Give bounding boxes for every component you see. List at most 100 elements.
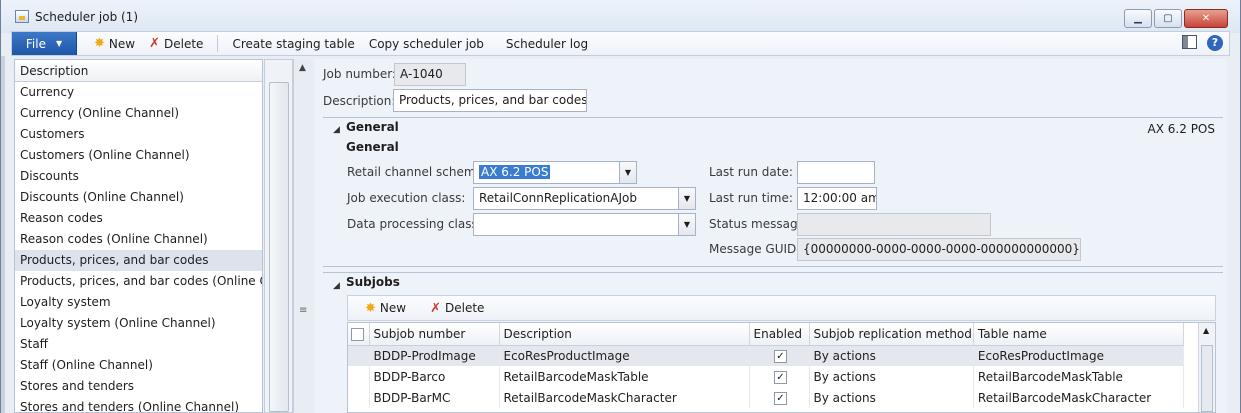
subjob-delete-label: Delete: [445, 301, 485, 315]
subjob-new-button[interactable]: ✸ New: [358, 301, 413, 316]
schema-dropdown[interactable]: AX 6.2 POS ▼: [473, 161, 637, 184]
row-selector[interactable]: [348, 345, 370, 366]
select-all-checkbox[interactable]: [351, 327, 364, 341]
list-item[interactable]: Stores and tenders: [15, 376, 262, 397]
create-staging-table-button[interactable]: Create staging table: [225, 37, 361, 51]
method-cell[interactable]: By actions: [809, 345, 974, 366]
table-name-cell[interactable]: RetailBarcodeMaskTable: [973, 366, 1184, 387]
description-field[interactable]: Products, prices, and bar codes: [393, 89, 587, 112]
data-class-dropdown[interactable]: ▼: [473, 213, 696, 236]
collapse-arrow-icon[interactable]: ◢: [333, 281, 340, 291]
description-cell[interactable]: RetailBarcodeMaskCharacter: [499, 387, 750, 408]
delete-button[interactable]: ✗ Delete: [142, 36, 210, 51]
table-row[interactable]: BDDP-ProdImage EcoResProductImage ✓ By a…: [348, 345, 1184, 366]
chevron-down-icon[interactable]: ▼: [678, 188, 695, 209]
collapse-arrow-icon[interactable]: ◢: [333, 125, 340, 135]
description-cell[interactable]: RetailBarcodeMaskTable: [499, 366, 750, 387]
enabled-cell[interactable]: ✓: [749, 387, 810, 408]
column-header-table-name[interactable]: Table name: [973, 323, 1184, 346]
chevron-down-icon[interactable]: ▼: [619, 162, 636, 183]
enabled-checkbox[interactable]: ✓: [774, 391, 787, 405]
list-item[interactable]: Loyalty system (Online Channel): [15, 313, 262, 334]
general-fasttab-title[interactable]: General: [346, 120, 399, 134]
general-summary: AX 6.2 POS: [1147, 122, 1215, 136]
list-item[interactable]: Discounts (Online Channel): [15, 187, 262, 208]
enabled-checkbox[interactable]: ✓: [774, 349, 787, 363]
subjob-delete-button[interactable]: ✗ Delete: [423, 301, 491, 316]
select-all-header[interactable]: [348, 323, 370, 346]
table-row[interactable]: BDDP-BarMC RetailBarcodeMaskCharacter ✓ …: [348, 387, 1184, 408]
close-button[interactable]: ✕: [1184, 9, 1228, 28]
scheduler-log-button[interactable]: Scheduler log: [499, 37, 595, 51]
chevron-down-icon[interactable]: ▼: [678, 214, 695, 235]
table-row[interactable]: BDDP-Barco RetailBarcodeMaskTable ✓ By a…: [348, 366, 1184, 387]
list-scrollbar[interactable]: [264, 59, 293, 413]
detail-pane: Job number: A-1040 Description: Products…: [315, 59, 1227, 413]
minimize-button[interactable]: ▁: [1124, 9, 1152, 28]
window-title: Scheduler job (1): [35, 10, 138, 24]
enabled-cell[interactable]: ✓: [749, 345, 810, 366]
scheduler-app-icon: [15, 10, 29, 23]
new-button[interactable]: ✸ New: [87, 36, 142, 51]
list-item[interactable]: Reason codes: [15, 208, 262, 229]
maximize-button[interactable]: ▢: [1154, 9, 1182, 28]
table-name-cell[interactable]: RetailBarcodeMaskCharacter: [973, 387, 1184, 408]
grid-scroll-thumb[interactable]: [1201, 345, 1213, 412]
method-cell[interactable]: By actions: [809, 366, 974, 387]
row-selector[interactable]: [348, 387, 370, 408]
description-cell[interactable]: EcoResProductImage: [499, 345, 750, 366]
delete-label: Delete: [164, 36, 204, 51]
list-item[interactable]: Products, prices, and bar codes (Online …: [15, 271, 262, 292]
enabled-checkbox[interactable]: ✓: [774, 370, 787, 384]
layout-icon[interactable]: [1182, 35, 1197, 49]
subjob-number-cell[interactable]: BDDP-Barco: [369, 366, 500, 387]
grid-scrollbar[interactable]: ▲: [1198, 323, 1215, 412]
subjob-number-cell[interactable]: BDDP-ProdImage: [369, 345, 500, 366]
enabled-cell[interactable]: ✓: [749, 366, 810, 387]
last-run-time-label: Last run time:: [709, 191, 793, 205]
list-item[interactable]: Currency (Online Channel): [15, 103, 262, 124]
file-menu-button[interactable]: File ▼: [12, 32, 77, 55]
delete-x-icon: ✗: [430, 300, 441, 316]
list-item[interactable]: Staff (Online Channel): [15, 355, 262, 376]
job-number-label: Job number:: [323, 67, 396, 81]
list-item[interactable]: Customers: [15, 124, 262, 145]
subjob-new-label: New: [379, 301, 407, 315]
last-run-date-field[interactable]: [797, 161, 875, 184]
help-icon[interactable]: ?: [1207, 35, 1223, 51]
subjob-number-cell[interactable]: BDDP-BarMC: [369, 387, 500, 408]
pane-splitter[interactable]: ▲ ≡: [293, 59, 313, 413]
list-item[interactable]: Customers (Online Channel): [15, 145, 262, 166]
general-fasttab: ◢ General AX 6.2 POS General Retail chan…: [323, 117, 1223, 267]
title-bar: Scheduler job (1) ▁ ▢ ✕: [1, 0, 1240, 33]
subjobs-divider: [323, 272, 1223, 273]
message-guid-field: {00000000-0000-0000-0000-000000000000}: [797, 238, 1081, 261]
list-scroll-thumb[interactable]: [269, 82, 289, 412]
schema-label: Retail channel schema:: [347, 165, 487, 179]
subjobs-fasttab-title[interactable]: Subjobs: [346, 275, 400, 289]
row-selector[interactable]: [348, 366, 370, 387]
last-run-time-field[interactable]: 12:00:00 am: [797, 187, 877, 210]
column-header-enabled[interactable]: Enabled: [749, 323, 810, 346]
splitter-grip-icon[interactable]: ≡: [299, 305, 307, 316]
column-header-description[interactable]: Description: [499, 323, 750, 346]
list-item[interactable]: Currency: [15, 82, 262, 103]
table-name-cell[interactable]: EcoResProductImage: [973, 345, 1184, 366]
scroll-up-icon[interactable]: ▲: [299, 63, 306, 73]
list-item[interactable]: Stores and tenders (Online Channel): [15, 397, 262, 412]
column-header-subjob-number[interactable]: Subjob number: [369, 323, 500, 346]
column-header-replication-method[interactable]: Subjob replication method: [809, 323, 974, 346]
job-list: Description Currency Currency (Online Ch…: [14, 59, 263, 413]
list-item-selected[interactable]: Products, prices, and bar codes: [15, 250, 262, 271]
list-item[interactable]: Staff: [15, 334, 262, 355]
list-item[interactable]: Loyalty system: [15, 292, 262, 313]
list-header-description[interactable]: Description: [15, 60, 262, 82]
exec-class-dropdown[interactable]: RetailConnReplicationAJob ▼: [473, 187, 696, 210]
method-cell[interactable]: By actions: [809, 387, 974, 408]
list-item[interactable]: Discounts: [15, 166, 262, 187]
list-item[interactable]: Reason codes (Online Channel): [15, 229, 262, 250]
copy-scheduler-job-button[interactable]: Copy scheduler job: [362, 37, 491, 51]
exec-class-value: RetailConnReplicationAJob: [479, 191, 637, 205]
scroll-up-icon[interactable]: ▲: [1203, 326, 1209, 335]
message-guid-label: Message GUID:: [709, 242, 801, 256]
